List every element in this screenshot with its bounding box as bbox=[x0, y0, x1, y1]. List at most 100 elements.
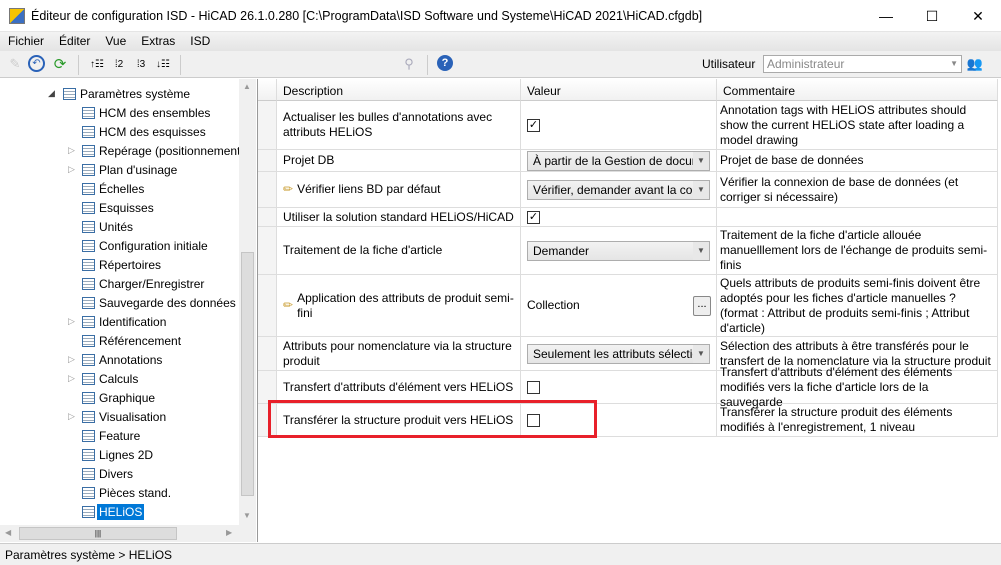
row-header[interactable] bbox=[258, 208, 277, 226]
grid-row: Traitement de la fiche d'article Demande… bbox=[258, 227, 998, 275]
row-header[interactable] bbox=[258, 172, 277, 207]
value-cell[interactable]: Seulement les attributs sélectionnés ▼ bbox=[521, 337, 717, 370]
description-cell[interactable]: Actualiser les bulles d'annotations avec… bbox=[277, 101, 521, 149]
grid-row: Utiliser la solution standard HELiOS/HiC… bbox=[258, 208, 998, 227]
menu-isd[interactable]: ISD bbox=[182, 32, 217, 51]
tree-vertical-scrollbar[interactable]: ▲ ▼ bbox=[239, 79, 256, 525]
menu-vue[interactable]: Vue bbox=[97, 32, 133, 51]
tree-item[interactable]: ▷ Identification bbox=[68, 312, 166, 331]
maximize-button[interactable]: ☐ bbox=[909, 0, 955, 32]
description-cell[interactable]: ✏ Vérifier liens BD par défaut bbox=[277, 172, 521, 207]
tree-item[interactable]: Lignes 2D bbox=[82, 445, 153, 464]
table-icon bbox=[82, 277, 95, 290]
table-icon bbox=[63, 87, 76, 100]
collapse-all-icon[interactable]: ↑☷ bbox=[88, 55, 106, 73]
tree-item[interactable]: Divers bbox=[82, 464, 133, 483]
scroll-thumb[interactable] bbox=[241, 252, 254, 496]
tree-item-parametres-systeme[interactable]: ◢ Paramètres système bbox=[48, 84, 191, 103]
tree-item[interactable]: ▷ Visualisation bbox=[68, 407, 166, 426]
pencil-icon: ✏ bbox=[283, 182, 294, 196]
value-cell[interactable]: ✓ bbox=[521, 208, 717, 226]
tree-item[interactable]: Feature bbox=[82, 426, 140, 445]
comment-cell bbox=[717, 208, 998, 226]
tree-item[interactable]: ▷ Annotations bbox=[68, 350, 162, 369]
help-icon[interactable]: ? bbox=[437, 55, 453, 71]
description-cell[interactable]: Attributs pour nomenclature via la struc… bbox=[277, 337, 521, 370]
tree-item[interactable]: Sauvegarde des données bbox=[82, 293, 236, 312]
tree-item[interactable]: ▷ Calculs bbox=[68, 369, 138, 388]
value-dropdown[interactable]: À partir de la Gestion de documents ▼ bbox=[527, 150, 710, 171]
row-header[interactable] bbox=[258, 275, 277, 336]
tree-item-label: Divers bbox=[99, 466, 134, 481]
description-cell[interactable]: Utiliser la solution standard HELiOS/HiC… bbox=[277, 208, 521, 226]
users-icon[interactable]: 👥 bbox=[966, 55, 984, 73]
row-header[interactable] bbox=[258, 227, 277, 274]
tree-item-label: Paramètres système bbox=[80, 86, 191, 101]
tree-item[interactable]: Unités bbox=[82, 217, 133, 236]
expanded-arrow-icon[interactable]: ◢ bbox=[48, 88, 55, 99]
expand-arrow-icon[interactable]: ▷ bbox=[68, 316, 75, 327]
table-icon bbox=[82, 315, 95, 328]
value-cell[interactable] bbox=[521, 371, 717, 403]
description-cell[interactable]: Traitement de la fiche d'article bbox=[277, 227, 521, 274]
browse-button[interactable]: ... bbox=[693, 295, 711, 316]
tree-item[interactable]: ▷ Repérage (positionnement) bbox=[68, 141, 245, 160]
undo-icon[interactable]: ↶ bbox=[28, 55, 45, 72]
scroll-thumb[interactable]: ||| bbox=[19, 527, 177, 540]
description-cell[interactable]: Projet DB bbox=[277, 150, 521, 171]
tree-item[interactable]: Référencement bbox=[82, 331, 181, 350]
comment-text: Quels attributs de produits semi-finis d… bbox=[720, 275, 981, 335]
expand-all-icon[interactable]: ↓☷ bbox=[154, 55, 172, 73]
find-binoculars-icon[interactable]: ⚲ bbox=[400, 55, 418, 73]
value-cell[interactable]: ✓ bbox=[521, 101, 717, 149]
menu-fichier[interactable]: Fichier bbox=[0, 32, 51, 51]
expand-arrow-icon[interactable]: ▷ bbox=[68, 164, 75, 175]
row-header[interactable] bbox=[258, 371, 277, 403]
close-button[interactable]: ✕ bbox=[955, 0, 1001, 32]
description-cell[interactable]: ✏ Application des attributs de produit se… bbox=[277, 275, 521, 336]
value-dropdown[interactable]: Demander ▼ bbox=[527, 240, 710, 261]
tree-item[interactable]: Esquisses bbox=[82, 198, 154, 217]
value-cell[interactable]: À partir de la Gestion de documents ▼ bbox=[521, 150, 717, 171]
tree-item[interactable]: Échelles bbox=[82, 179, 144, 198]
value-dropdown[interactable]: Vérifier, demander avant la correction▼ bbox=[527, 179, 710, 200]
tree-item[interactable]: Charger/Enregistrer bbox=[82, 274, 204, 293]
value-cell[interactable]: Collection... bbox=[521, 275, 717, 336]
tree-item[interactable]: HELiOS bbox=[82, 502, 145, 521]
description-cell[interactable]: Transfert d'attributs d'élément vers HEL… bbox=[277, 371, 521, 403]
value-checkbox[interactable]: ✓ bbox=[527, 210, 540, 224]
tree-item[interactable]: HCM des ensembles bbox=[82, 103, 210, 122]
refresh-icon[interactable]: ⟳ bbox=[51, 55, 69, 73]
value-cell[interactable]: Demander ▼ bbox=[521, 227, 717, 274]
row-header[interactable] bbox=[258, 101, 277, 149]
value-checkbox[interactable] bbox=[527, 380, 540, 394]
header-description[interactable]: Description bbox=[277, 79, 521, 101]
expand-arrow-icon[interactable]: ▷ bbox=[68, 145, 75, 156]
user-select[interactable]: Administrateur ▼ bbox=[763, 55, 962, 73]
menu-extras[interactable]: Extras bbox=[133, 32, 182, 51]
edit-pencil-icon[interactable]: ✎ bbox=[6, 55, 24, 73]
tree-item[interactable]: Configuration initiale bbox=[82, 236, 208, 255]
tree-item-label: Répertoires bbox=[99, 257, 162, 272]
minimize-button[interactable]: — bbox=[863, 0, 909, 32]
value-checkbox[interactable]: ✓ bbox=[527, 118, 540, 132]
expand-arrow-icon[interactable]: ▷ bbox=[68, 411, 75, 422]
expand-arrow-icon[interactable]: ▷ bbox=[68, 354, 75, 365]
tree-item[interactable]: ▷ Plan d'usinage bbox=[68, 160, 177, 179]
expand-arrow-icon[interactable]: ▷ bbox=[68, 373, 75, 384]
row-header[interactable] bbox=[258, 150, 277, 171]
tree-item[interactable]: Pièces stand. bbox=[82, 483, 171, 502]
tree-item[interactable]: Répertoires bbox=[82, 255, 161, 274]
level-3-icon[interactable]: ⁞3 bbox=[132, 55, 150, 73]
tree-item[interactable]: HCM des esquisses bbox=[82, 122, 206, 141]
value-cell[interactable]: Vérifier, demander avant la correction▼ bbox=[521, 172, 717, 207]
header-valeur[interactable]: Valeur bbox=[521, 79, 717, 101]
value-dropdown[interactable]: Seulement les attributs sélectionnés ▼ bbox=[527, 343, 710, 364]
tree-horizontal-scrollbar[interactable]: ◀ ||| ▶ bbox=[0, 525, 256, 542]
tree-item-label: Repérage (positionnement) bbox=[99, 143, 245, 158]
tree-item[interactable]: Graphique bbox=[82, 388, 155, 407]
header-commentaire[interactable]: Commentaire bbox=[717, 79, 998, 101]
level-2-icon[interactable]: ⁞2 bbox=[110, 55, 128, 73]
row-header[interactable] bbox=[258, 337, 277, 370]
menu-editer[interactable]: Éditer bbox=[51, 32, 97, 51]
